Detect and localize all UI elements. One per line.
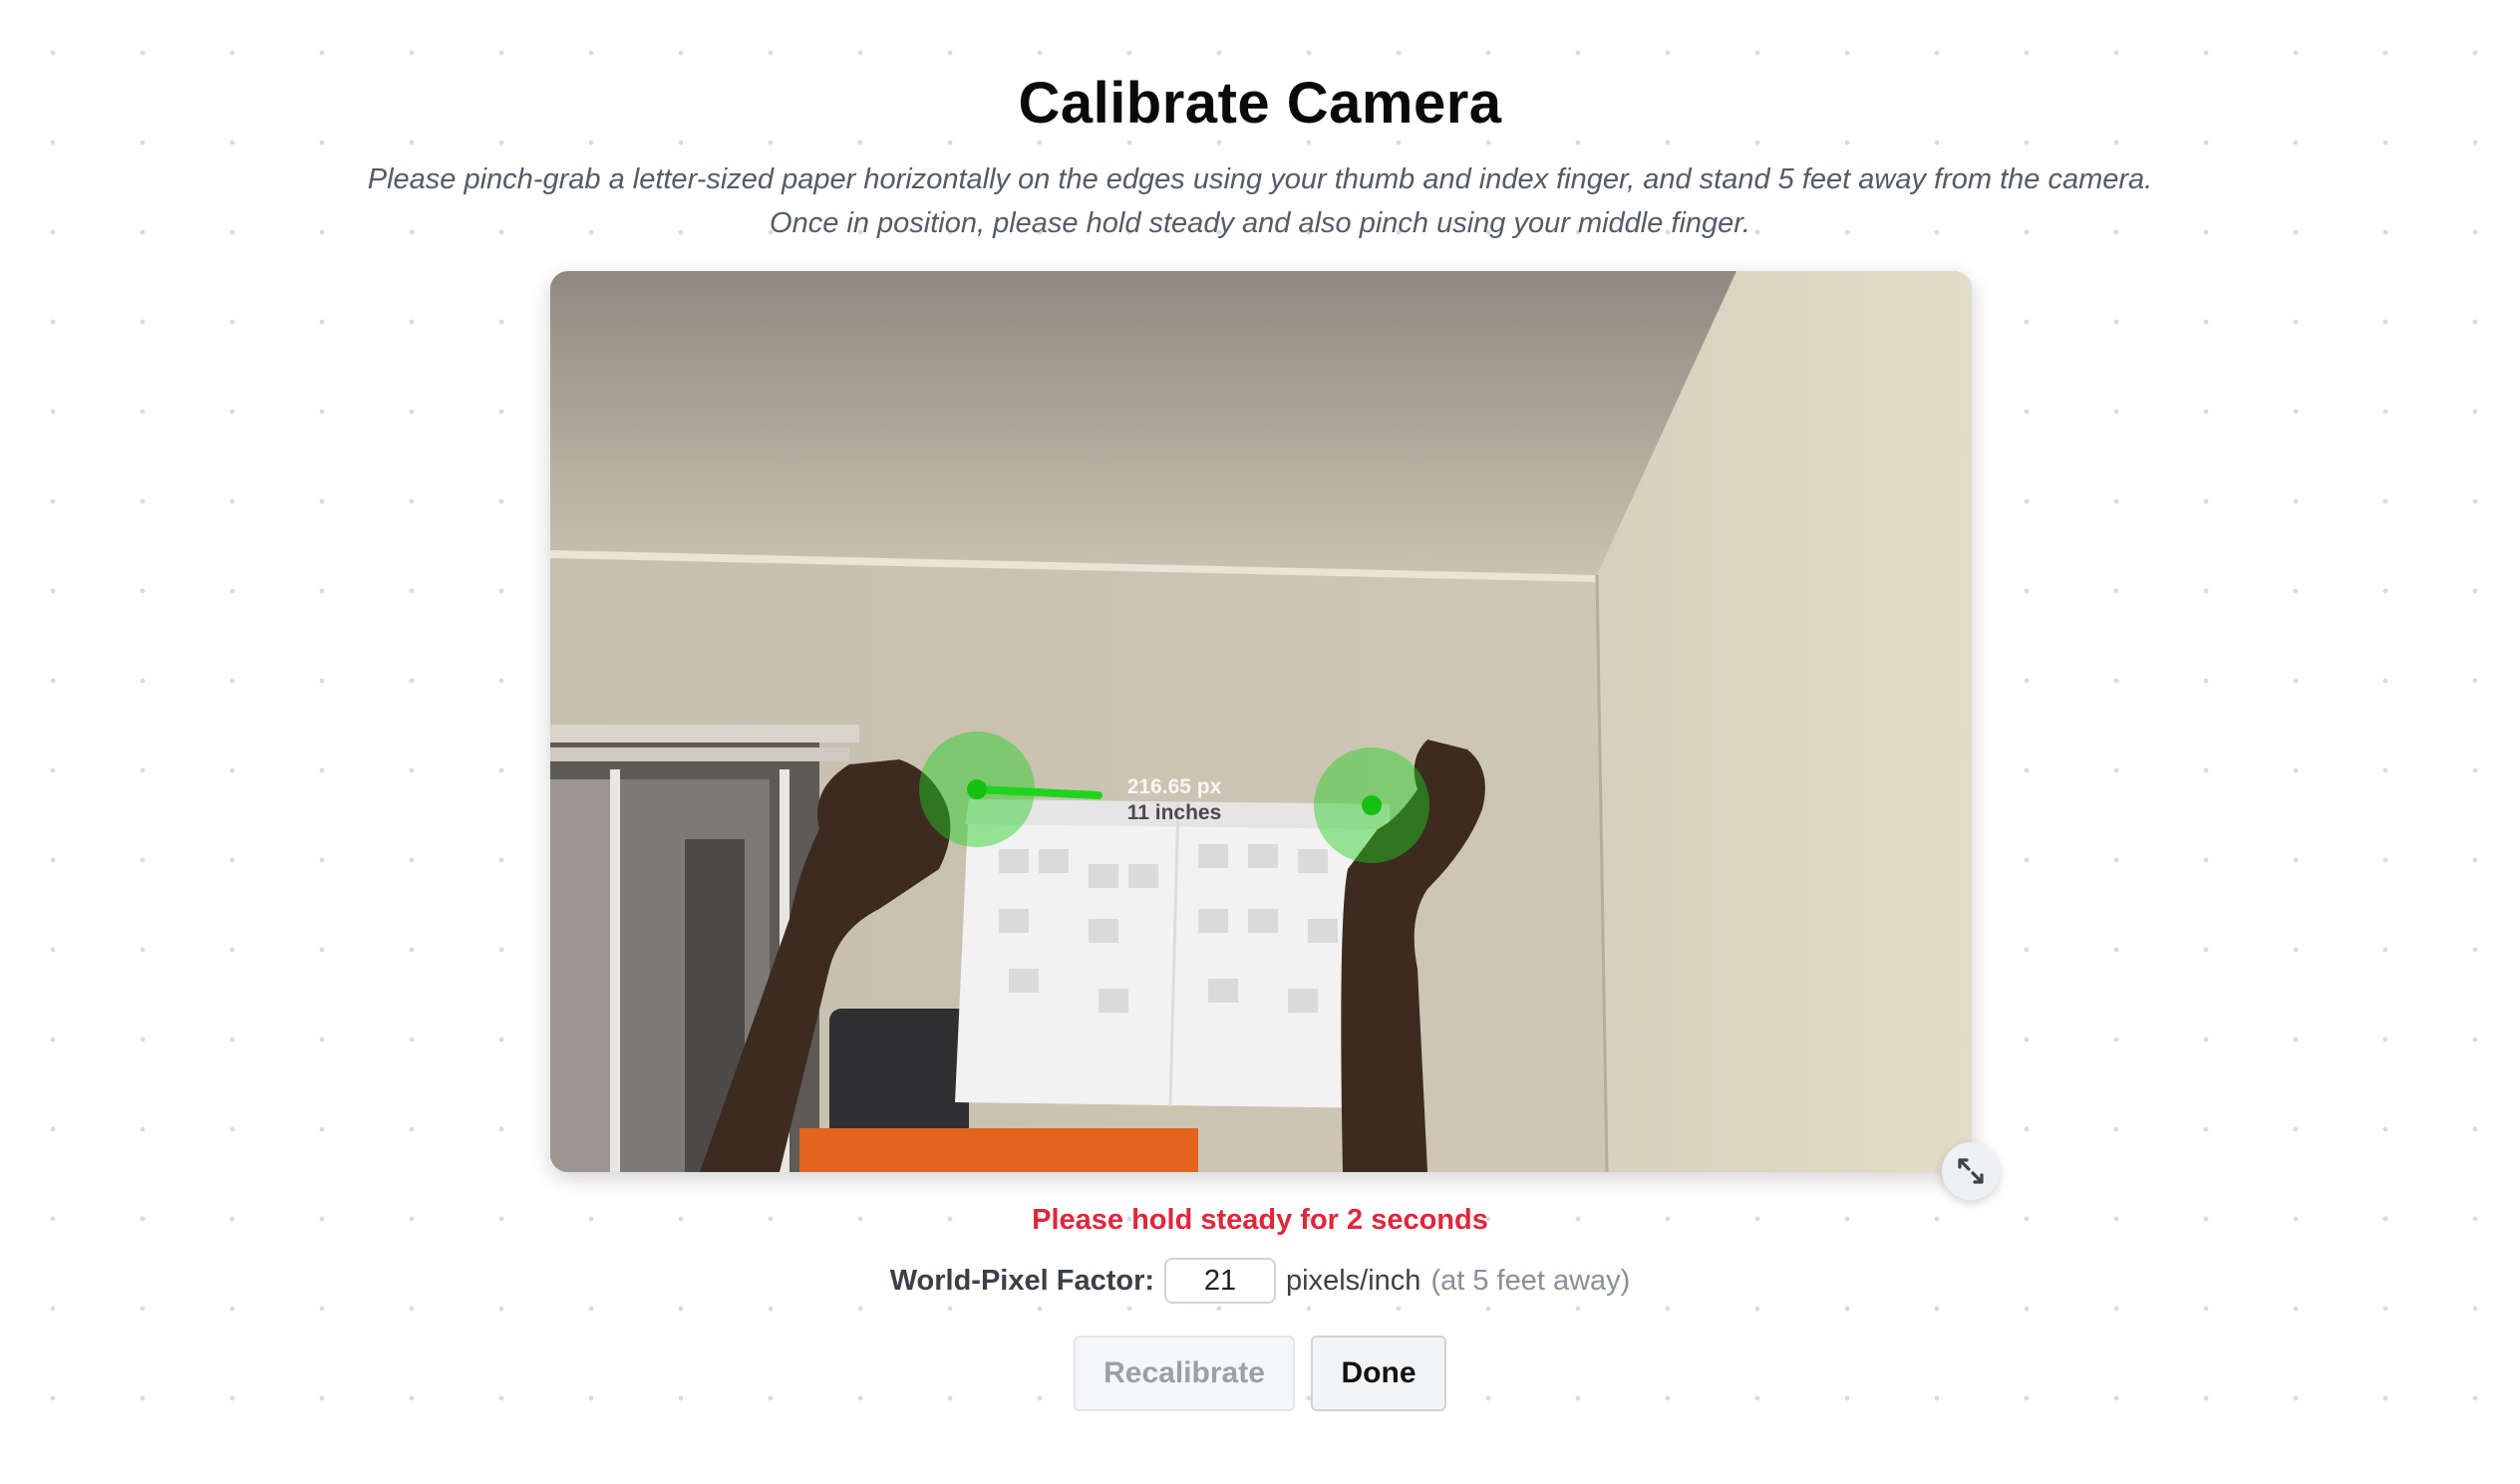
measurement-px-label: 216.65 px [1127,775,1222,798]
done-button[interactable]: Done [1311,1336,1446,1411]
calibrate-camera-page: Calibrate Camera Please pinch-grab a let… [0,0,2520,1484]
expand-icon [1958,1158,1984,1184]
recalibrate-button[interactable]: Recalibrate [1074,1336,1295,1411]
world-pixel-factor-label: World-Pixel Factor: [889,1264,1155,1297]
instructions-line-2: Once in position, please hold steady and… [770,207,1750,239]
fullscreen-button[interactable] [1942,1142,2000,1200]
instructions-line-1: Please pinch-grab a letter-sized paper h… [367,163,2153,195]
status-message: Please hold steady for 2 seconds [1032,1204,1488,1236]
camera-feed: 216.65 px 11 inches [550,271,1972,1172]
world-pixel-factor-row: World-Pixel Factor: pixels/inch (at 5 fe… [0,1258,2520,1304]
camera-frame: 216.65 px 11 inches [550,271,1972,1172]
instructions: Please pinch-grab a letter-sized paper h… [0,157,2520,245]
factor-distance-note: (at 5 feet away) [1430,1264,1631,1297]
world-pixel-factor-input[interactable] [1164,1258,1277,1304]
action-buttons: Recalibrate Done [0,1336,2520,1411]
measurement-inches-label: 11 inches [1127,801,1222,824]
page-title: Calibrate Camera [1018,71,1502,136]
factor-unit: pixels/inch [1286,1264,1421,1297]
